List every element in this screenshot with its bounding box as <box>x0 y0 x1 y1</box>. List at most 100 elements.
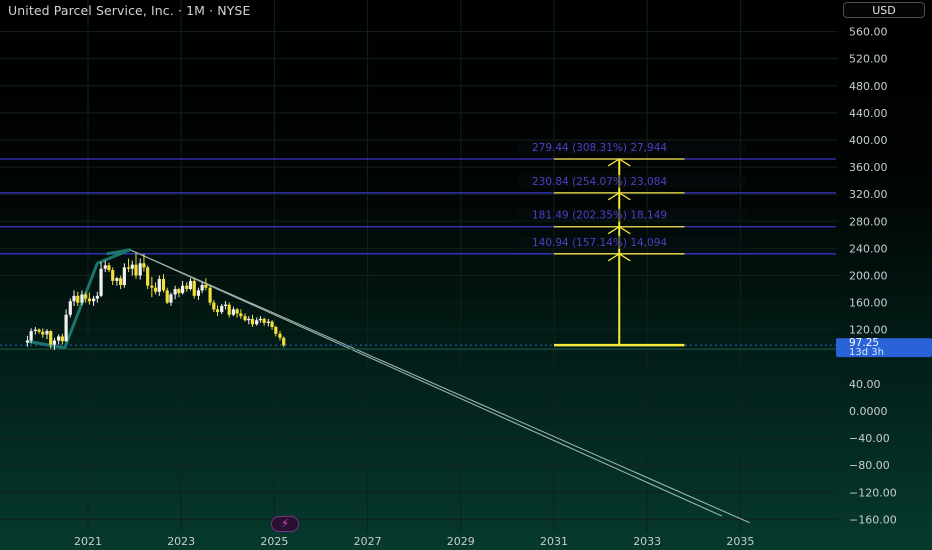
y-tick-label: 560.00 <box>849 26 888 39</box>
candle-body <box>25 340 30 343</box>
y-tick-label: 440.00 <box>849 107 888 120</box>
candle-body <box>103 265 107 269</box>
candle-body <box>185 285 189 290</box>
candle-body <box>33 329 37 332</box>
candle-body <box>220 305 224 313</box>
symbol-title: United Parcel Service, Inc. · 1M · NYSE <box>8 3 251 18</box>
candle-body <box>239 313 243 317</box>
candle-body <box>60 336 64 342</box>
y-tick-label: −160.00 <box>849 513 897 526</box>
candle-body <box>52 340 57 345</box>
candle-body <box>223 304 228 306</box>
x-tick-label: 2027 <box>354 535 382 548</box>
y-tick-label: 40.00 <box>849 378 881 391</box>
trendline[interactable] <box>129 249 722 517</box>
fib-label: 230.84 (254.07%) 23,084 <box>532 176 667 188</box>
x-tick-label: 2031 <box>540 535 568 548</box>
candle-body <box>150 285 154 288</box>
candle-body <box>99 268 103 296</box>
candle-body <box>165 290 169 303</box>
fib-label: 181.49 (202.35%) 18,149 <box>532 210 667 222</box>
candle-body <box>255 320 259 325</box>
candle-body <box>278 333 282 338</box>
trendline[interactable] <box>129 249 750 524</box>
candle-body <box>45 331 49 335</box>
y-tick-label: 400.00 <box>849 134 888 147</box>
y-tick-label: 160.00 <box>849 297 888 310</box>
candle-body <box>115 278 119 281</box>
candle-body <box>231 309 235 315</box>
candle-body <box>215 309 220 313</box>
y-tick-label: 520.00 <box>849 53 888 66</box>
candle-body <box>84 294 88 299</box>
candle-body <box>169 294 173 303</box>
candle-body <box>41 331 45 335</box>
candle-body <box>122 267 126 285</box>
candle-body <box>57 336 61 341</box>
candle-body <box>111 270 115 281</box>
price-chart[interactable]: 279.44 (308.31%) 27,944 230.84 (254.07%) … <box>0 0 932 550</box>
candle-body <box>49 331 53 345</box>
x-tick-label: 2021 <box>74 535 102 548</box>
candle-body <box>258 318 263 321</box>
candle-body <box>235 309 239 314</box>
candle-body <box>87 298 91 302</box>
candle-body <box>247 318 251 321</box>
candle-body <box>37 329 41 332</box>
candle-body <box>153 287 158 292</box>
candle-body <box>204 284 208 288</box>
candle-body <box>68 301 72 315</box>
currency-button[interactable]: USD <box>843 2 925 18</box>
y-tick-label: −40.00 <box>849 432 890 445</box>
candle-body <box>161 278 166 291</box>
y-tick-label: 360.00 <box>849 161 888 174</box>
candle-body <box>266 321 270 323</box>
x-tick-label: 2033 <box>633 535 661 548</box>
candle-body <box>146 267 150 286</box>
y-tick-label: −120.00 <box>849 486 897 499</box>
y-tick-label: −80.00 <box>849 459 890 472</box>
candle-body <box>196 290 201 296</box>
y-tick-label: 0.0000 <box>849 405 888 418</box>
y-tick-label: 280.00 <box>849 215 888 228</box>
y-tick-label: 200.00 <box>849 270 888 283</box>
candle-body <box>243 316 247 321</box>
candle-body <box>282 337 286 346</box>
candle-body <box>270 321 274 327</box>
x-tick-label: 2035 <box>726 535 754 548</box>
candle-body <box>208 287 212 303</box>
fib-label: 140.94 (157.14%) 14,094 <box>532 237 667 249</box>
candle-body <box>262 318 266 323</box>
candle-body <box>274 326 278 334</box>
candle-body <box>200 284 204 291</box>
candle-body <box>64 314 68 342</box>
candle-body <box>119 278 123 285</box>
candle-body <box>72 295 76 302</box>
y-tick-label: 320.00 <box>849 188 888 201</box>
candle-body <box>130 264 134 269</box>
y-tick-label: 120.00 <box>849 324 888 337</box>
candle-body <box>192 280 196 296</box>
y-tick-label: 480.00 <box>849 80 888 93</box>
candle-body <box>177 289 181 294</box>
candle-body <box>95 295 99 299</box>
candle-body <box>142 263 146 268</box>
candle-body <box>180 285 185 294</box>
candle-body <box>138 263 142 276</box>
bar-countdown: 13d 3h <box>849 347 884 358</box>
y-tick-label: 240.00 <box>849 242 888 255</box>
candle-body <box>227 304 231 315</box>
candle-body <box>29 331 33 341</box>
candle-body <box>76 295 80 303</box>
x-tick-label: 2025 <box>260 535 288 548</box>
lightning-icon[interactable]: ⚡ <box>271 516 299 532</box>
candle-body <box>212 302 216 310</box>
x-tick-label: 2029 <box>447 535 475 548</box>
candle-body <box>157 278 161 292</box>
fib-label: 279.44 (308.31%) 27,944 <box>532 142 667 154</box>
candle-body <box>250 318 255 325</box>
candle-body <box>80 294 84 303</box>
candle-body <box>173 289 177 295</box>
candle-body <box>188 280 193 290</box>
x-tick-label: 2023 <box>167 535 195 548</box>
